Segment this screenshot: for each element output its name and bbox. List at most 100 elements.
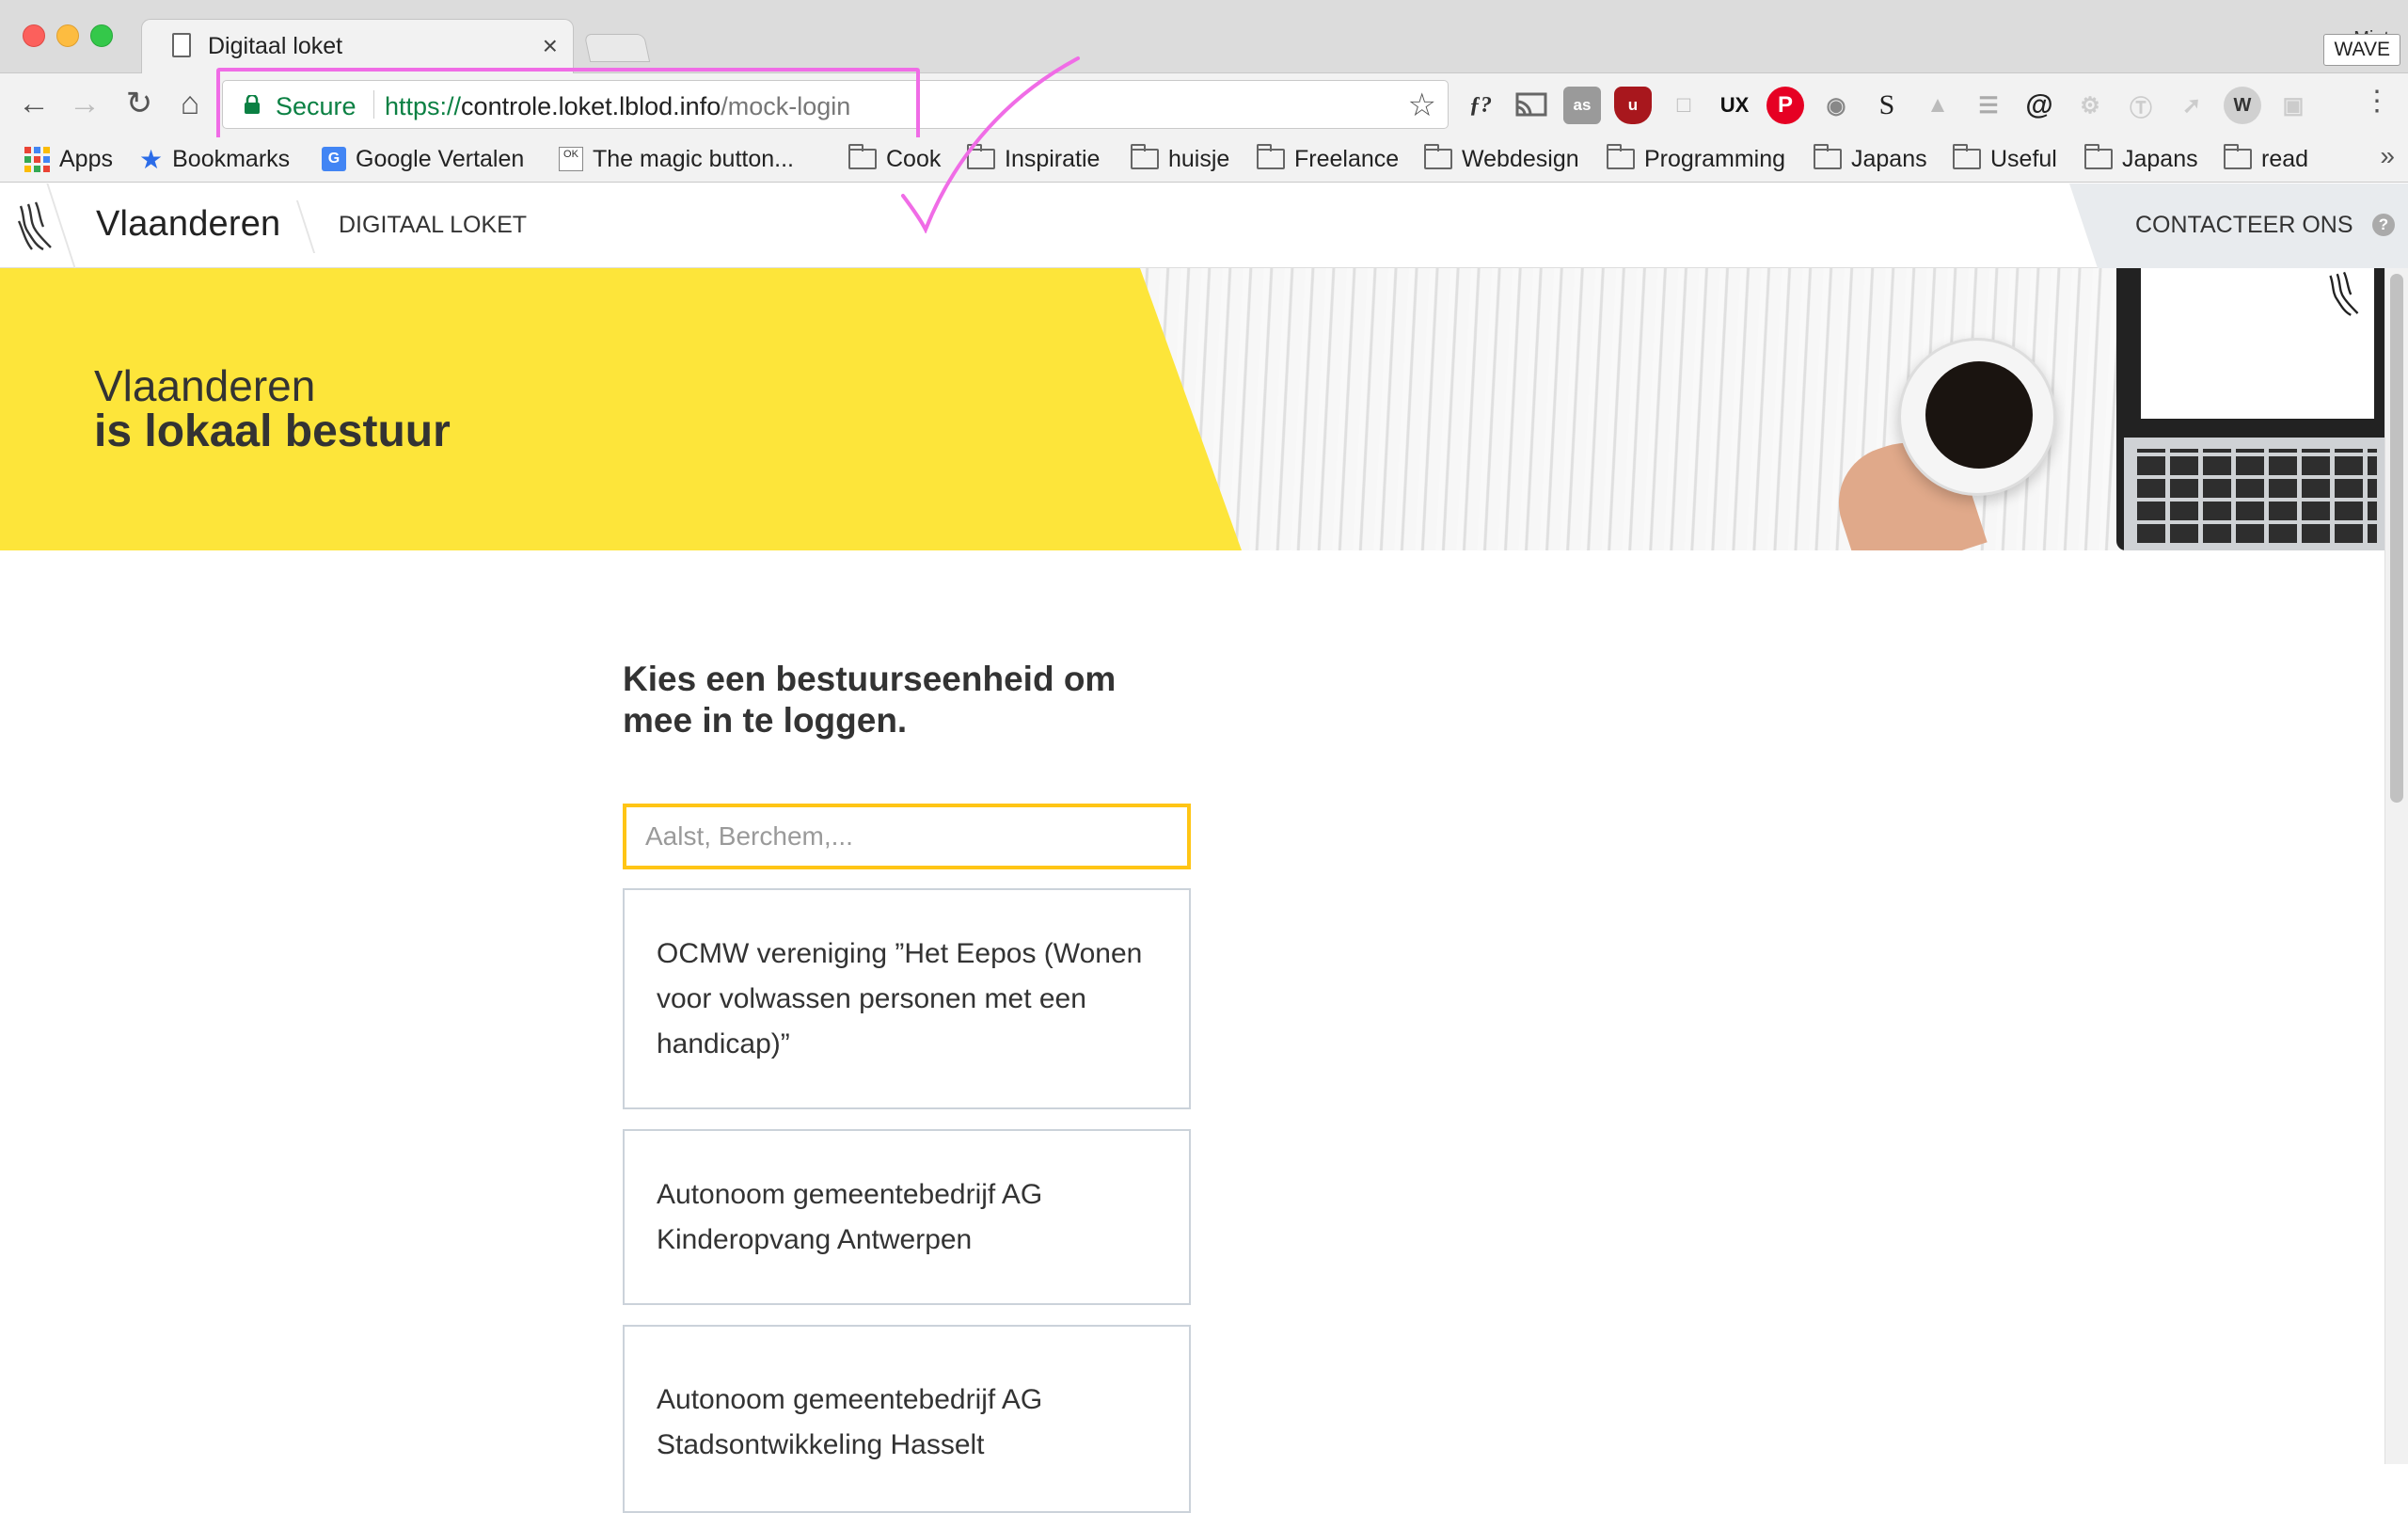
wave-tooltip: WAVE xyxy=(2323,34,2400,66)
bookmark-apps[interactable]: Apps xyxy=(24,143,113,175)
u-extension-icon[interactable]: Ⓣ xyxy=(2122,87,2160,124)
flemish-lion-logo-icon xyxy=(2329,271,2359,316)
bookmark-label: Japans xyxy=(1851,145,1927,172)
bookmark-label: huisje xyxy=(1168,145,1230,172)
bookmark-label: read xyxy=(2261,145,2309,172)
reload-icon[interactable]: ↻ xyxy=(119,83,160,124)
ok-icon: OK xyxy=(559,147,583,171)
minimize-window-button[interactable] xyxy=(56,24,79,47)
search-input[interactable] xyxy=(623,804,1191,869)
hero-banner: Vlaanderen is lokaal bestuur xyxy=(0,268,2408,550)
bookmark-folder-read[interactable]: read xyxy=(2224,143,2308,175)
bookmark-folder-freelance[interactable]: Freelance xyxy=(1257,143,1399,175)
s-extension-icon[interactable]: S xyxy=(1868,87,1906,124)
laptop-keyboard xyxy=(2124,438,2384,550)
help-icon: ? xyxy=(2372,214,2395,236)
bookmark-label: Cook xyxy=(886,145,942,172)
list-item-label: Autonoom gemeentebedrijf AG Kinderopvang… xyxy=(657,1178,1043,1255)
forward-arrow-icon[interactable]: → xyxy=(64,83,105,124)
fontface-extension-icon[interactable]: ƒ? xyxy=(1462,87,1499,124)
list-item[interactable]: Autonoom gemeentebedrijf AG Kinderopvang… xyxy=(623,1129,1191,1305)
translate-icon: G xyxy=(322,147,346,171)
scrollbar-thumb[interactable] xyxy=(2390,274,2403,803)
bookmark-folder-huisje[interactable]: huisje xyxy=(1131,143,1229,175)
header-separator xyxy=(295,200,316,253)
bookmark-label: The magic button... xyxy=(593,145,795,172)
bookmark-folder-japans[interactable]: Japans xyxy=(1814,143,1927,175)
folder-icon xyxy=(1131,144,1159,169)
bookmark-label: Freelance xyxy=(1294,145,1400,172)
folder-icon xyxy=(2084,144,2113,169)
page-title: Kies een bestuurseenheid om mee in te lo… xyxy=(623,660,1117,740)
bookmark-folder-inspiratie[interactable]: Inspiratie xyxy=(967,143,1100,175)
bookmark-folder-useful[interactable]: Useful xyxy=(1953,143,2057,175)
list-item[interactable]: Autonoom gemeentebedrijf AG Stadsontwikk… xyxy=(623,1325,1191,1513)
tab-title: Digitaal loket xyxy=(208,33,343,59)
bookmark-label: Programming xyxy=(1644,145,1786,172)
page-icon xyxy=(172,33,191,57)
new-tab-button[interactable] xyxy=(583,34,651,62)
cast-icon[interactable] xyxy=(1513,87,1550,124)
chat-extension-icon[interactable]: □ xyxy=(1665,87,1703,124)
address-bar[interactable]: Secure https://controle.loket.lblod.info… xyxy=(222,80,1449,129)
arrow-extension-icon[interactable]: ➚ xyxy=(2173,87,2210,124)
bookmark-folder-webdesign[interactable]: Webdesign xyxy=(1424,143,1579,175)
folder-icon xyxy=(1814,144,1842,169)
contact-button[interactable]: CONTACTEER ONS ? xyxy=(2069,183,2408,268)
close-window-button[interactable] xyxy=(23,24,45,47)
bookmark-google-vertalen[interactable]: G Google Vertalen xyxy=(322,143,524,175)
home-icon[interactable]: ⌂ xyxy=(169,83,211,124)
list-item[interactable]: OCMW vereniging ”Het Eepos (Wonen voor v… xyxy=(623,888,1191,1109)
maximize-window-button[interactable] xyxy=(90,24,113,47)
login-panel: Kies een bestuurseenheid om mee in te lo… xyxy=(623,659,1191,1513)
bookmark-star-icon[interactable]: ☆ xyxy=(1408,87,1436,124)
bookmark-label: Inspiratie xyxy=(1005,145,1101,172)
lock-icon xyxy=(245,95,260,114)
tab-close-icon[interactable]: × xyxy=(543,31,558,61)
folder-icon xyxy=(967,144,995,169)
list-item-label: OCMW vereniging ”Het Eepos (Wonen voor v… xyxy=(657,937,1143,1059)
list-item-label: Autonoom gemeentebedrijf AG Stadsontwikk… xyxy=(657,1384,1043,1460)
folder-icon xyxy=(1607,144,1635,169)
keyboard-rows xyxy=(2137,449,2377,543)
bookmark-folder-cook[interactable]: Cook xyxy=(848,143,941,175)
bookmark-label: Japans xyxy=(2122,145,2198,172)
ux-extension-icon[interactable]: UX xyxy=(1716,87,1753,124)
page-scrollbar[interactable] xyxy=(2384,268,2408,1464)
lines-extension-icon[interactable]: ☰ xyxy=(1970,87,2007,124)
browser-tab-active[interactable]: Digitaal loket × xyxy=(141,19,574,73)
bookmark-label: Google Vertalen xyxy=(356,145,525,172)
url-scheme: https:// xyxy=(385,92,462,120)
secure-label: Secure xyxy=(276,92,356,120)
wave-extension-icon[interactable]: W xyxy=(2224,87,2261,124)
bookmark-label: Useful xyxy=(1990,145,2057,172)
site-header: Vlaanderen DIGITAAL LOKET CONTACTEER ONS… xyxy=(0,183,2408,268)
ublock-extension-icon[interactable]: u xyxy=(1614,87,1652,124)
gear-extension-icon[interactable]: ⚙ xyxy=(2071,87,2109,124)
flemish-lion-logo-icon[interactable] xyxy=(15,200,56,253)
bookmark-folder-programming[interactable]: Programming xyxy=(1607,143,1785,175)
pinterest-icon[interactable]: P xyxy=(1766,87,1804,124)
bookmark-bookmarks[interactable]: ★ Bookmarks xyxy=(139,143,290,175)
folder-icon xyxy=(1257,144,1285,169)
extension-icons: ƒ? as u □ UX P ◉ S ▲ ☰ @ ⚙ Ⓣ ➚ W ▣ xyxy=(1462,87,2312,124)
at-extension-icon[interactable]: @ xyxy=(2020,87,2058,124)
contact-label: CONTACTEER ONS xyxy=(2135,212,2353,238)
url-text[interactable]: https://controle.loket.lblod.info/mock-l… xyxy=(385,92,850,121)
bookmarks-overflow-icon[interactable]: » xyxy=(2380,141,2395,171)
bookmark-label: Webdesign xyxy=(1462,145,1579,172)
folder-icon xyxy=(848,144,877,169)
app-name[interactable]: DIGITAAL LOKET xyxy=(339,212,527,239)
url-path: /mock-login xyxy=(721,92,851,120)
box-extension-icon[interactable]: ▣ xyxy=(2274,87,2312,124)
brand-name[interactable]: Vlaanderen xyxy=(96,204,280,245)
url-host: controle.loket.lblod.info xyxy=(461,92,721,120)
camera-icon[interactable]: ◉ xyxy=(1817,87,1855,124)
bookmark-folder-japans-2[interactable]: Japans xyxy=(2084,143,2198,175)
tree-extension-icon[interactable]: ▲ xyxy=(1919,87,1956,124)
browser-menu-icon[interactable]: ⋮ xyxy=(2363,85,2391,118)
bookmark-label: Apps xyxy=(59,145,113,172)
bookmark-magic-button[interactable]: OK The magic button... xyxy=(559,143,794,175)
back-arrow-icon[interactable]: ← xyxy=(13,83,55,124)
lastpass-extension-icon[interactable]: as xyxy=(1563,87,1601,124)
